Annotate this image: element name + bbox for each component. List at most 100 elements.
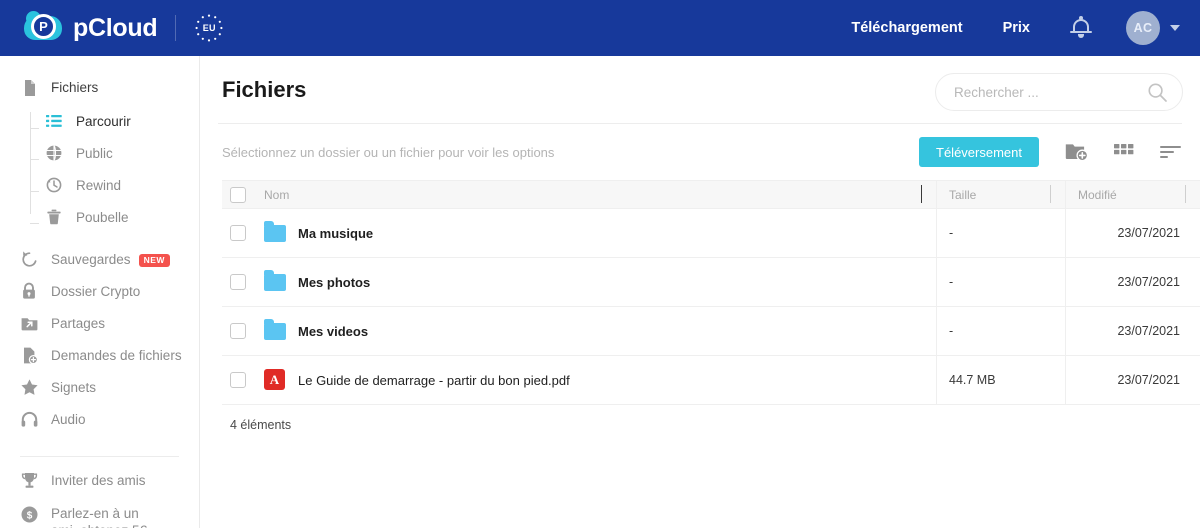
pcloud-file-manager: P pCloud EU Téléchargement Prix AC Fichi… <box>0 0 1200 528</box>
table-row[interactable]: A Le Guide de demarrage - partir du bon … <box>222 356 1200 405</box>
brand-logo[interactable]: P pCloud EU <box>0 9 224 47</box>
chevron-up-icon[interactable] <box>1050 184 1051 204</box>
sidebar-item-label: Parcourir <box>76 114 131 129</box>
sidebar-item-inviter-des-amis[interactable]: Inviter des amis <box>0 471 199 503</box>
sidebar-item-label: Dossier Crypto <box>51 284 141 299</box>
clock-rewind-icon <box>45 176 65 196</box>
search-icon[interactable] <box>1147 82 1168 103</box>
table-row[interactable]: Mes videos - 23/07/2021 <box>222 307 1200 356</box>
column-header-modified[interactable]: Modifié <box>1065 181 1200 208</box>
sidebar-item-signets[interactable]: Signets <box>0 378 199 410</box>
toolbar-actions: Téléversement <box>919 137 1182 167</box>
brand-name: pCloud <box>73 13 158 42</box>
sidebar-item-label: Partages <box>51 316 106 331</box>
file-size: - <box>949 226 954 240</box>
row-checkbox[interactable] <box>230 274 246 290</box>
upload-button[interactable]: Téléversement <box>919 137 1039 167</box>
row-name-cell[interactable]: A Le Guide de demarrage - partir du bon … <box>222 369 936 391</box>
row-checkbox[interactable] <box>230 372 246 388</box>
main-content: Fichiers Sélectionnez un dossier ou un f… <box>200 56 1200 528</box>
sidebar-item-label: Demandes de fichiers <box>51 348 182 363</box>
nav-download[interactable]: Téléchargement <box>851 20 962 36</box>
sidebar-item-rewind[interactable]: Rewind <box>0 176 199 208</box>
brand-divider <box>175 15 177 41</box>
chevron-up-icon[interactable] <box>1185 184 1186 204</box>
eu-flag-icon: EU <box>194 13 224 43</box>
sort-icon[interactable] <box>1160 144 1182 160</box>
file-name: Mes videos <box>298 323 369 339</box>
logo-letter: P <box>31 14 56 39</box>
file-size: - <box>949 275 954 289</box>
page-title: Fichiers <box>222 76 307 102</box>
row-modified-cell: 23/07/2021 <box>1065 258 1200 306</box>
status-badge: NEW <box>138 254 170 267</box>
globe-icon <box>45 144 65 164</box>
file-name: Le Guide de demarrage - partir du bon pi… <box>298 372 570 388</box>
bell-icon[interactable] <box>1070 16 1092 40</box>
sidebar-item-label: Audio <box>51 412 86 427</box>
pdf-icon: A <box>264 369 286 391</box>
search-box[interactable] <box>935 73 1183 111</box>
column-label: Taille <box>949 187 977 202</box>
avatar: AC <box>1126 11 1160 45</box>
pcloud-logo-icon: P <box>24 9 62 47</box>
sidebar-item-audio[interactable]: Audio <box>0 410 199 442</box>
row-name-cell[interactable]: Ma musique <box>222 221 936 244</box>
nav-pricing[interactable]: Prix <box>1003 20 1030 36</box>
sidebar-item-dossier-crypto[interactable]: Dossier Crypto <box>0 282 199 314</box>
table-row[interactable]: Ma musique - 23/07/2021 <box>222 209 1200 258</box>
new-folder-icon[interactable] <box>1065 142 1088 162</box>
row-name-cell[interactable]: Mes photos <box>222 270 936 293</box>
row-checkbox[interactable] <box>230 323 246 339</box>
table-row[interactable]: Mes photos - 23/07/2021 <box>222 258 1200 307</box>
rewind-arrow-icon <box>20 250 40 270</box>
file-icon <box>20 78 40 98</box>
folder-icon <box>264 270 286 293</box>
sidebar-item-poubelle[interactable]: Poubelle <box>0 208 199 240</box>
sidebar-item-sauvegardes[interactable]: Sauvegardes NEW <box>0 250 199 282</box>
grid-view-icon[interactable] <box>1114 144 1134 160</box>
sidebar-divider <box>20 456 179 457</box>
table-footer: 4 éléments <box>200 405 1200 445</box>
row-name-cell[interactable]: Mes videos <box>222 319 936 342</box>
folder-icon <box>264 221 286 244</box>
file-size: - <box>949 324 954 338</box>
file-name: Mes photos <box>298 274 371 290</box>
column-header-size[interactable]: Taille <box>936 181 1065 208</box>
action-toolbar: Sélectionnez un dossier ou un fichier po… <box>200 124 1200 180</box>
sidebar-item-fichiers[interactable]: Fichiers <box>0 78 199 110</box>
sidebar-item-public[interactable]: Public <box>0 144 199 176</box>
row-size-cell: - <box>936 209 1065 257</box>
column-header-name[interactable]: Nom <box>222 184 936 204</box>
sidebar-item-demandes-de-fichiers[interactable]: Demandes de fichiers <box>0 346 199 378</box>
sidebar-item-label: Poubelle <box>76 210 129 225</box>
sidebar-item-label: Fichiers <box>51 80 99 95</box>
list-icon <box>45 112 65 132</box>
row-checkbox[interactable] <box>230 225 246 241</box>
trophy-icon <box>20 471 40 491</box>
share-folder-icon <box>20 314 40 334</box>
search-input[interactable] <box>954 84 1147 100</box>
sidebar-item-label: Rewind <box>76 178 122 193</box>
sidebar-item-label: Inviter des amis <box>51 473 146 488</box>
select-all-checkbox[interactable] <box>230 186 246 203</box>
column-label: Nom <box>264 187 290 202</box>
top-navigation-bar: P pCloud EU Téléchargement Prix AC <box>0 0 1200 56</box>
sidebar-item-label: Public <box>76 146 113 161</box>
row-size-cell: - <box>936 258 1065 306</box>
file-modified: 23/07/2021 <box>1117 324 1180 338</box>
account-menu[interactable]: AC <box>1126 11 1180 45</box>
sidebar: Fichiers Parcourir Public Rewind Poubell… <box>0 56 200 528</box>
sidebar-item-label: Sauvegardes <box>51 252 131 267</box>
page-header: Fichiers <box>200 56 1200 123</box>
sidebar-item-parlez-en-a-un-ami[interactable]: $ Parlez-en à un ami, obtenez 5€ <box>0 503 199 528</box>
sidebar-item-partages[interactable]: Partages <box>0 314 199 346</box>
svg-text:$: $ <box>27 511 33 522</box>
column-label: Modifié <box>1078 187 1117 202</box>
chevron-up-icon[interactable] <box>921 184 922 204</box>
row-size-cell: 44.7 MB <box>936 356 1065 404</box>
sidebar-item-parcourir[interactable]: Parcourir <box>0 112 199 144</box>
file-modified: 23/07/2021 <box>1117 226 1180 240</box>
star-icon <box>20 378 40 398</box>
file-modified: 23/07/2021 <box>1117 275 1180 289</box>
